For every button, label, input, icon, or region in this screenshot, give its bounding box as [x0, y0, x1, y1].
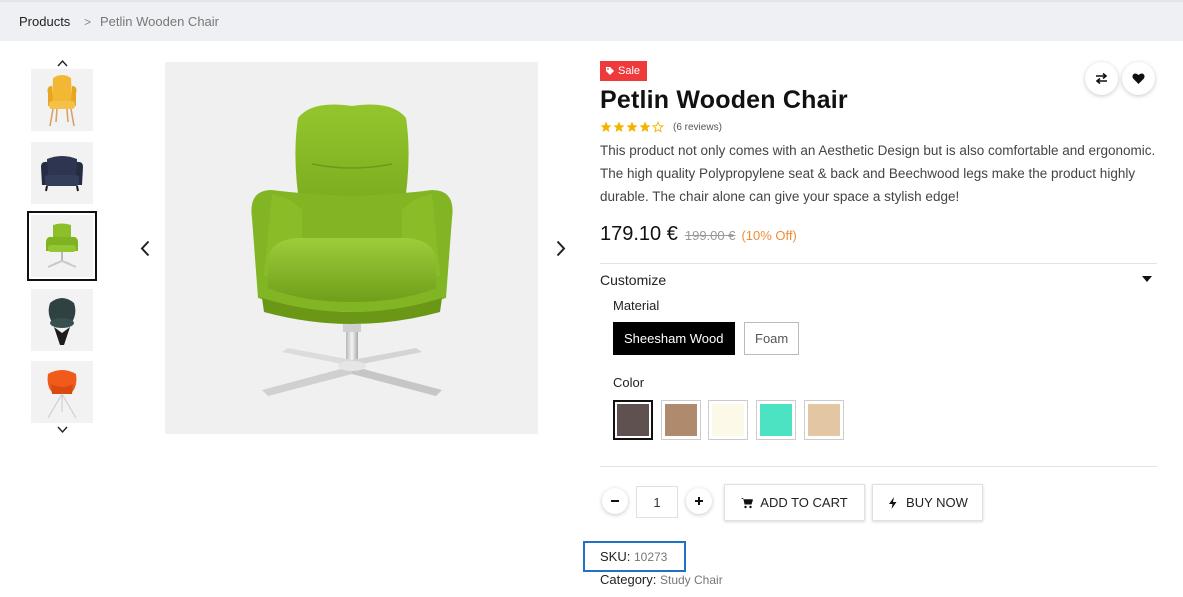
product-description: This product not only comes with an Aest…: [600, 143, 1156, 204]
breadcrumb-products-link[interactable]: Products: [19, 14, 70, 29]
navy-armchair-icon: [41, 156, 83, 192]
divider: [600, 466, 1157, 467]
divider: [600, 263, 1157, 264]
star-filled-icon: [600, 121, 612, 132]
star-filled-icon: [613, 121, 625, 132]
green-swivel-chair-image: [250, 104, 453, 396]
dark-green-tub-chair-icon: [48, 298, 76, 345]
thumbnails-down-button[interactable]: [55, 424, 69, 436]
plus-icon: [695, 497, 703, 505]
swap-arrows-icon: [1095, 72, 1108, 85]
breadcrumb: Products > Petlin Wooden Chair: [0, 0, 1183, 41]
material-option-foam[interactable]: Foam: [744, 322, 800, 355]
category-row: Category: Study Chair: [600, 572, 723, 587]
compare-button[interactable]: [1085, 62, 1118, 95]
chevron-left-icon: [140, 240, 150, 256]
color-swatch-turquoise[interactable]: [756, 400, 796, 440]
discount-label: (10% Off): [741, 228, 797, 243]
buy-now-label: BUY NOW: [906, 495, 968, 510]
product-rating: (6 reviews): [600, 121, 722, 133]
review-count[interactable]: (6 reviews): [673, 122, 722, 133]
thumbnail-dark-green-tub-chair[interactable]: [31, 289, 93, 351]
color-swatch-tan[interactable]: [661, 400, 701, 440]
heart-icon: [1132, 73, 1145, 84]
color-label: Color: [613, 375, 645, 390]
sku-value: 10273: [633, 550, 668, 564]
chevron-right-icon: [556, 240, 566, 256]
thumbnail-selected-frame: [31, 215, 93, 277]
quantity-decrease-button[interactable]: [602, 488, 628, 514]
caret-down-icon[interactable]: [1141, 274, 1153, 284]
quantity-increase-button[interactable]: [686, 488, 712, 514]
thumbnail-green-swivel-chair[interactable]: [27, 211, 97, 281]
lightning-icon: [889, 496, 897, 509]
thumbnail-navy-armchair[interactable]: [31, 142, 93, 204]
green-swivel-chair-icon: [46, 223, 78, 268]
sku-row: SKU: 10273: [600, 549, 667, 564]
color-swatch-fill: [665, 404, 697, 436]
thumbnail-yellow-chair[interactable]: [31, 69, 93, 131]
chevron-down-icon: [56, 426, 68, 434]
product-title: Petlin Wooden Chair: [600, 86, 848, 114]
buy-now-button[interactable]: BUY NOW: [872, 484, 983, 521]
minus-icon: [611, 500, 619, 502]
thumbnail-orange-chair[interactable]: [31, 361, 93, 423]
price-row: 179.10 € 199.00 € (10% Off): [600, 223, 797, 246]
customize-label[interactable]: Customize: [600, 272, 666, 288]
thumbnails-up-button[interactable]: [55, 57, 69, 69]
add-to-cart-label: ADD TO CART: [760, 495, 848, 510]
image-prev-button[interactable]: [135, 236, 155, 260]
image-next-button[interactable]: [551, 236, 571, 260]
original-price: 199.00 €: [684, 228, 736, 243]
yellow-chair-icon: [47, 75, 77, 127]
color-swatch-beige[interactable]: [804, 400, 844, 440]
cart-icon: [741, 497, 754, 508]
color-swatch-fill: [760, 404, 792, 436]
star-empty-icon: [652, 121, 664, 133]
color-swatch-fill: [808, 404, 840, 436]
add-to-cart-button[interactable]: ADD TO CART: [724, 484, 865, 521]
material-label: Material: [613, 298, 660, 313]
wishlist-button[interactable]: [1122, 62, 1155, 95]
sale-badge-label: Sale: [618, 65, 641, 77]
orange-chair-icon: [47, 370, 77, 419]
color-swatch-fill: [712, 404, 744, 436]
current-price: 179.10 €: [600, 223, 678, 245]
star-filled-icon: [639, 121, 651, 132]
star-filled-icon: [626, 121, 638, 132]
category-label: Category:: [600, 572, 657, 587]
main-product-image: [165, 62, 538, 434]
breadcrumb-current: Petlin Wooden Chair: [100, 14, 219, 29]
color-swatch-dark-brown[interactable]: [613, 400, 653, 440]
breadcrumb-separator: >: [84, 15, 92, 29]
quantity-input[interactable]: [636, 486, 678, 518]
tag-icon: [606, 67, 614, 75]
color-swatch-cream[interactable]: [708, 400, 748, 440]
material-option-sheesham-wood[interactable]: Sheesham Wood: [613, 322, 735, 355]
color-swatch-fill: [617, 404, 649, 436]
sale-badge: Sale: [600, 61, 648, 81]
sku-label: SKU:: [600, 549, 631, 564]
chevron-up-icon: [56, 59, 68, 67]
category-value[interactable]: Study Chair: [660, 573, 723, 587]
